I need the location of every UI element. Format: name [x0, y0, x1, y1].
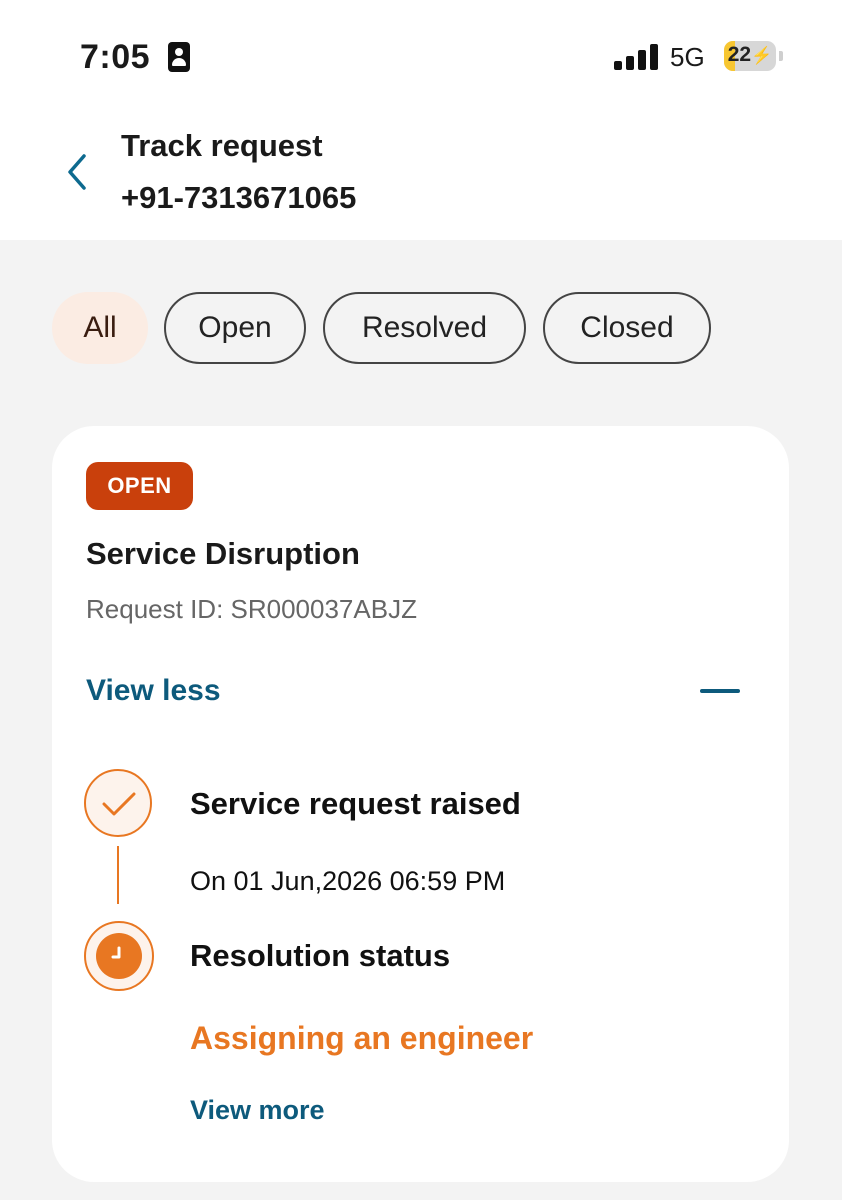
- filter-chip-closed[interactable]: Closed: [543, 292, 711, 364]
- back-button[interactable]: [58, 150, 98, 194]
- timeline-step-date: On 01 Jun,2026 06:59 PM: [190, 866, 506, 896]
- check-icon: [102, 792, 136, 816]
- filter-chip-label: Open: [198, 311, 272, 344]
- filter-chip-resolved[interactable]: Resolved: [323, 292, 526, 364]
- page-title: Track request: [121, 128, 323, 163]
- minus-icon[interactable]: [700, 689, 740, 693]
- filter-chip-all[interactable]: All: [52, 292, 148, 364]
- clock-icon: [111, 946, 121, 959]
- step-complete-indicator: [84, 769, 152, 837]
- timeline-step-title: Resolution status: [190, 938, 451, 973]
- phone-number: +91-7313671065: [121, 180, 357, 215]
- battery-level: 22: [727, 43, 752, 66]
- view-more-link[interactable]: View more: [190, 1095, 325, 1126]
- portrait-lock-icon: [168, 42, 190, 72]
- network-type: 5G: [670, 42, 705, 72]
- step-pending-indicator: [84, 921, 154, 991]
- battery-charging-icon: 22⚡: [724, 41, 776, 71]
- timeline-step-title: Service request raised: [190, 786, 521, 821]
- filter-chip-label: Closed: [580, 311, 674, 344]
- resolution-status-text: Assigning an engineer: [190, 1020, 534, 1056]
- timeline-connector: [117, 846, 119, 904]
- request-title: Service Disruption: [86, 536, 360, 571]
- status-badge: OPEN: [86, 462, 193, 510]
- signal-icon: [614, 44, 660, 70]
- battery-cap: [779, 51, 783, 61]
- filter-chip-label: All: [83, 311, 117, 344]
- chevron-left-icon: [68, 154, 86, 190]
- request-id: Request ID: SR000037ABJZ: [86, 594, 417, 624]
- view-less-link[interactable]: View less: [86, 674, 221, 708]
- filter-chip-open[interactable]: Open: [164, 292, 306, 364]
- filter-chip-label: Resolved: [361, 311, 488, 344]
- status-time: 7:05: [80, 38, 151, 76]
